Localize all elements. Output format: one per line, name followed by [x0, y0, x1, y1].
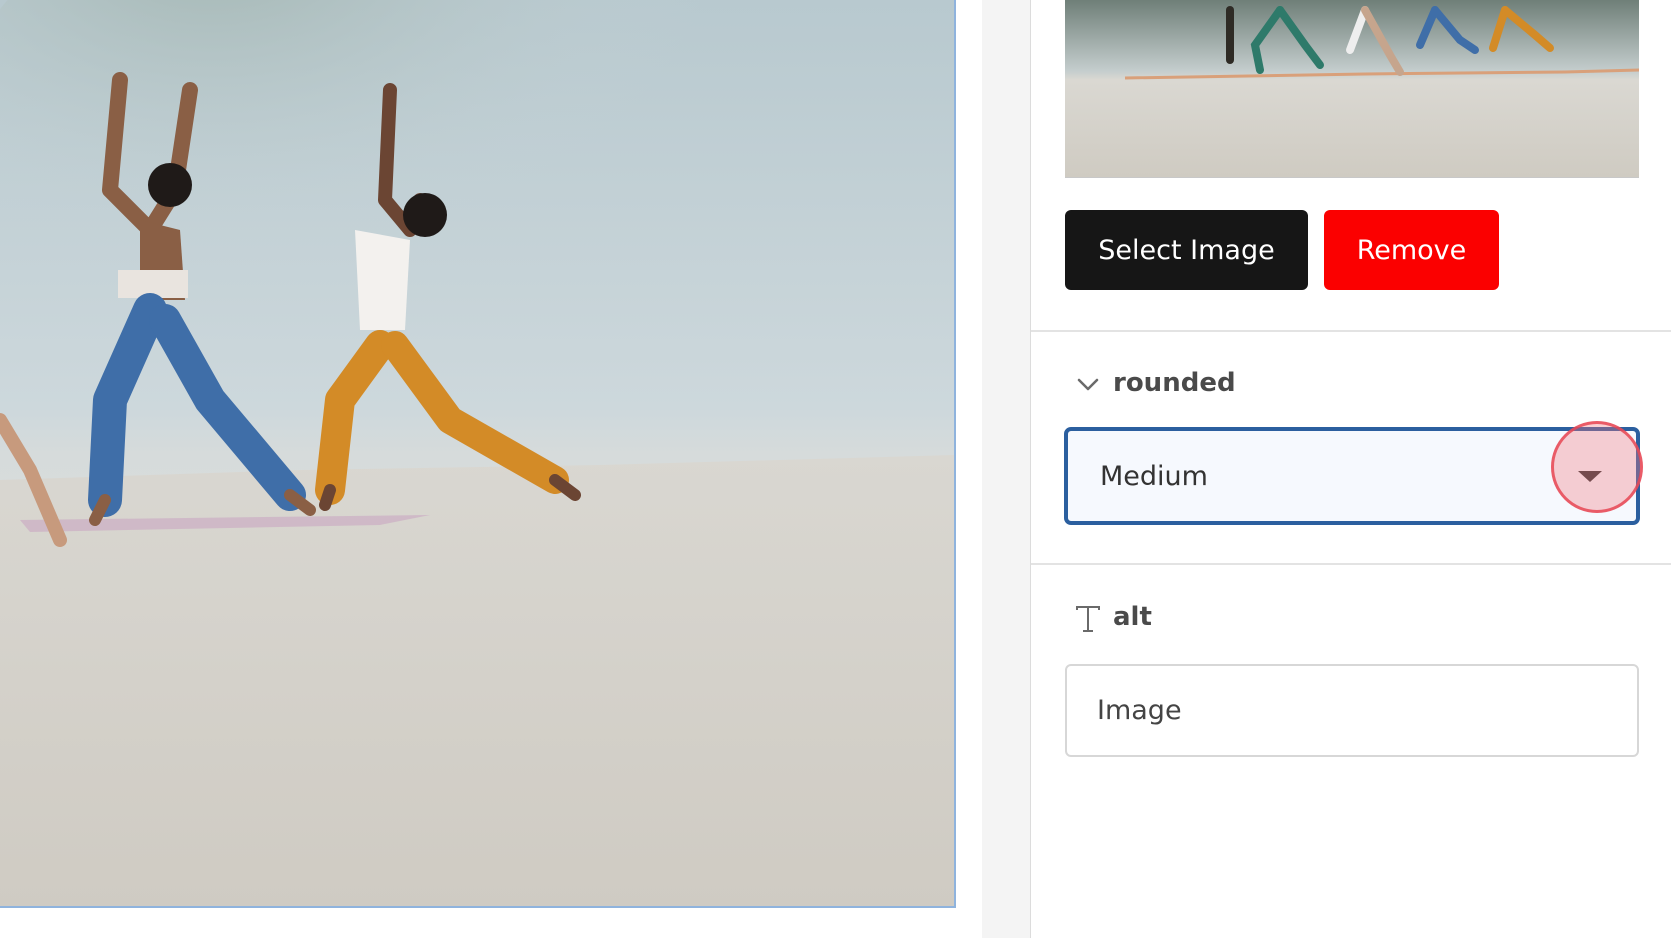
section-divider	[1031, 330, 1671, 332]
caret-down-icon[interactable]	[1578, 471, 1602, 482]
editor-canvas	[0, 0, 982, 938]
rounded-select-value: Medium	[1100, 461, 1208, 492]
select-image-button[interactable]: Select Image	[1065, 210, 1308, 290]
alt-text-input[interactable]	[1065, 664, 1639, 757]
alt-section-label: alt	[1113, 602, 1152, 632]
panel-gutter	[982, 0, 1031, 938]
image-thumbnail	[1065, 0, 1639, 178]
yoga-beach-photo	[0, 0, 954, 906]
yoga-beach-thumbnail	[1065, 0, 1639, 177]
rounded-select[interactable]: Medium	[1064, 427, 1640, 525]
properties-panel: Select Image Remove rounded Medium alt	[1031, 0, 1671, 938]
remove-image-button[interactable]: Remove	[1324, 210, 1499, 290]
selected-image-block[interactable]	[0, 0, 956, 908]
chevron-down-icon[interactable]	[1077, 378, 1099, 392]
section-divider	[1031, 563, 1671, 565]
rounded-section-label[interactable]: rounded	[1113, 368, 1236, 398]
text-type-icon	[1076, 606, 1100, 632]
